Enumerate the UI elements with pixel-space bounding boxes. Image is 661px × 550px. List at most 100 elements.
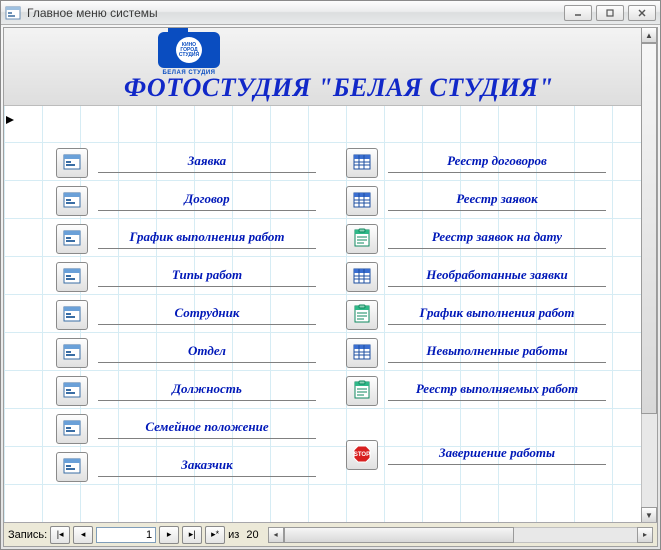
record-total: 20 (246, 529, 258, 541)
logo: КИНО ГОРОД СТУДИЯ БЕЛАЯ СТУДИЯ (154, 32, 224, 78)
left-row: График выполнения работ (56, 222, 316, 256)
content-area: КИНО ГОРОД СТУДИЯ БЕЛАЯ СТУДИЯ ФОТОСТУДИ… (3, 27, 658, 547)
right-row: Реестр выполняемых работ (346, 374, 606, 408)
form-icon (62, 342, 82, 365)
right-label: График выполнения работ (388, 305, 606, 325)
stop-icon: STOP (352, 444, 372, 467)
form-icon (62, 152, 82, 175)
hscroll-thumb[interactable] (284, 527, 514, 543)
left-label: Заявка (98, 153, 316, 173)
vscroll-thumb[interactable] (641, 43, 657, 414)
vertical-scrollbar[interactable]: ▲ ▼ (641, 28, 657, 522)
right-label: Реестр заявок на дату (388, 229, 606, 249)
report-icon (352, 380, 372, 403)
form-body: КИНО ГОРОД СТУДИЯ БЕЛАЯ СТУДИЯ ФОТОСТУДИ… (4, 28, 657, 522)
titlebar: Главное меню системы (1, 1, 660, 25)
right-row: Необработанные заявки (346, 260, 606, 294)
header-band: КИНО ГОРОД СТУДИЯ БЕЛАЯ СТУДИЯ ФОТОСТУДИ… (4, 28, 657, 106)
left-column: Заявка Договор График выполнения работ Типы… (56, 146, 316, 488)
right-label: Невыполненные работы (388, 343, 606, 363)
maximize-button[interactable] (596, 5, 624, 21)
next-record-button[interactable]: ▸ (159, 526, 179, 544)
left-label: Семейное положение (98, 419, 316, 439)
form-icon (62, 456, 82, 479)
left-button-3[interactable] (56, 262, 88, 292)
right-label: Реестр договоров (388, 153, 606, 173)
right-row: Реестр заявок на дату (346, 222, 606, 256)
right-button-7[interactable]: STOP (346, 440, 378, 470)
logo-subtitle: БЕЛАЯ СТУДИЯ (162, 70, 215, 76)
right-button-4[interactable] (346, 300, 378, 330)
left-row: Должность (56, 374, 316, 408)
right-label: Реестр заявок (388, 191, 606, 211)
record-label: Запись: (8, 529, 47, 541)
horizontal-scrollbar[interactable]: ◂ ▸ (268, 527, 653, 543)
report-icon (352, 304, 372, 327)
right-button-0[interactable] (346, 148, 378, 178)
table-icon (352, 266, 372, 289)
form-icon (62, 380, 82, 403)
right-label: Необработанные заявки (388, 267, 606, 287)
form-icon (62, 266, 82, 289)
right-column: Реестр договоров Реестр заявок Реестр заяв… (346, 146, 606, 488)
form-icon (62, 228, 82, 251)
left-label: Договор (98, 191, 316, 211)
left-label: Отдел (98, 343, 316, 363)
minimize-button[interactable] (564, 5, 592, 21)
logo-lens-text: КИНО ГОРОД СТУДИЯ (176, 37, 202, 63)
last-record-button[interactable]: ▸| (182, 526, 202, 544)
right-row: График выполнения работ (346, 298, 606, 332)
svg-text:STOP: STOP (354, 452, 370, 458)
right-row: Реестр договоров (346, 146, 606, 180)
scroll-down-button[interactable]: ▼ (641, 507, 657, 522)
window-title: Главное меню системы (27, 6, 158, 20)
left-row: Семейное положение (56, 412, 316, 446)
right-label: Завершение работы (388, 445, 606, 465)
form-icon (62, 190, 82, 213)
table-icon (352, 190, 372, 213)
menu-area: Заявка Договор График выполнения работ Типы… (16, 106, 657, 508)
left-button-4[interactable] (56, 300, 88, 330)
right-row: Реестр заявок (346, 184, 606, 218)
left-label: Типы работ (98, 267, 316, 287)
record-number-input[interactable] (96, 527, 156, 543)
scroll-left-button[interactable]: ◂ (268, 527, 284, 543)
scroll-up-button[interactable]: ▲ (641, 28, 657, 43)
record-selector-icon[interactable] (4, 114, 16, 126)
right-button-2[interactable] (346, 224, 378, 254)
form-app-icon (5, 5, 21, 21)
left-button-1[interactable] (56, 186, 88, 216)
prev-record-button[interactable]: ◂ (73, 526, 93, 544)
left-label: График выполнения работ (98, 229, 316, 249)
right-button-1[interactable] (346, 186, 378, 216)
left-button-7[interactable] (56, 414, 88, 444)
record-navigator: Запись: |◂ ◂ ▸ ▸| ▸* из 20 ◂ ▸ (4, 522, 657, 546)
report-icon (352, 228, 372, 251)
left-row: Договор (56, 184, 316, 218)
table-icon (352, 152, 372, 175)
left-button-6[interactable] (56, 376, 88, 406)
left-row: Отдел (56, 336, 316, 370)
right-label: Реестр выполняемых работ (388, 381, 606, 401)
left-label: Сотрудник (98, 305, 316, 325)
app-window: Главное меню системы КИНО ГОРОД СТУДИЯ Б… (0, 0, 661, 550)
left-row: Сотрудник (56, 298, 316, 332)
left-button-2[interactable] (56, 224, 88, 254)
close-button[interactable] (628, 5, 656, 21)
scroll-right-button[interactable]: ▸ (637, 527, 653, 543)
table-icon (352, 342, 372, 365)
camera-icon: КИНО ГОРОД СТУДИЯ (158, 32, 220, 68)
left-button-0[interactable] (56, 148, 88, 178)
new-record-button[interactable]: ▸* (205, 526, 225, 544)
right-button-3[interactable] (346, 262, 378, 292)
right-button-5[interactable] (346, 338, 378, 368)
left-row: Типы работ (56, 260, 316, 294)
right-button-6[interactable] (346, 376, 378, 406)
left-button-8[interactable] (56, 452, 88, 482)
left-button-5[interactable] (56, 338, 88, 368)
right-row: STOP Завершение работы (346, 438, 606, 472)
form-icon (62, 304, 82, 327)
form-icon (62, 418, 82, 441)
first-record-button[interactable]: |◂ (50, 526, 70, 544)
left-label: Заказчик (98, 457, 316, 477)
